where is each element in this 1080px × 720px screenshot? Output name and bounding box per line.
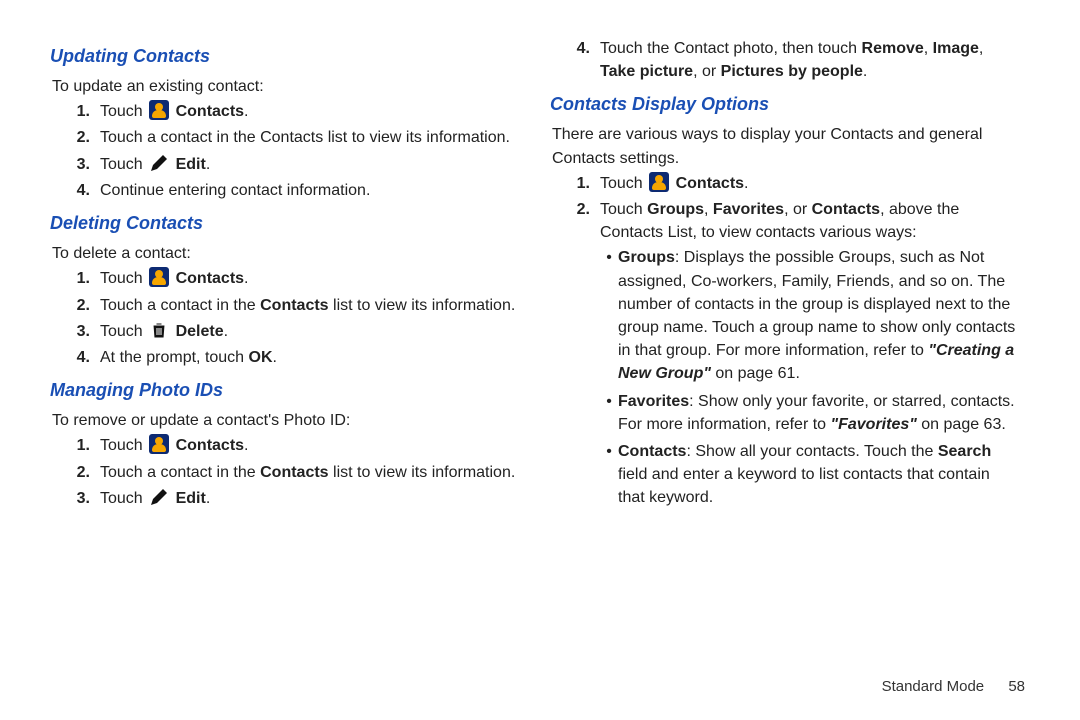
step-body: Touch the Contact photo, then touch Remo…: [600, 37, 1020, 83]
footer-mode: Standard Mode: [882, 678, 985, 695]
step-number: 4.: [50, 179, 100, 202]
bullet-favorites: Favorites: Show only your favorite, or s…: [618, 390, 1020, 436]
step-body: Touch a contact in the Contacts list to …: [100, 126, 520, 149]
step-number: 2.: [50, 294, 100, 317]
step-number: 1.: [50, 267, 100, 290]
step-body: Touch Edit.: [100, 487, 520, 510]
steps-continued: 4. Touch the Contact photo, then touch R…: [550, 37, 1020, 83]
step-number: 2.: [50, 461, 100, 484]
heading-updating-contacts: Updating Contacts: [50, 43, 520, 69]
step-body: Touch Contacts.: [100, 100, 520, 123]
steps-deleting: 1. Touch Contacts. 2. Touch a contact in…: [50, 267, 520, 369]
heading-managing-photo-ids: Managing Photo IDs: [50, 377, 520, 403]
intro-text: To update an existing contact:: [52, 75, 520, 98]
step-body: Touch Contacts.: [100, 434, 520, 457]
step-number: 4.: [550, 37, 600, 83]
intro-text: To remove or update a contact's Photo ID…: [52, 409, 520, 432]
step-body: Touch a contact in the Contacts list to …: [100, 461, 520, 484]
edit-icon: [149, 487, 169, 507]
steps-display-options: 1. Touch Contacts. 2. Touch Groups, Favo…: [550, 172, 1020, 514]
bullet-icon: •: [600, 246, 618, 385]
contacts-icon: [149, 267, 169, 287]
step-body: At the prompt, touch OK.: [100, 346, 520, 369]
page-footer: Standard Mode 58: [882, 678, 1025, 695]
steps-photo-ids: 1. Touch Contacts. 2. Touch a contact in…: [50, 434, 520, 510]
intro-text: To delete a contact:: [52, 242, 520, 265]
step-body: Touch Contacts.: [100, 267, 520, 290]
step-number: 4.: [50, 346, 100, 369]
bullet-list: • Groups: Displays the possible Groups, …: [600, 246, 1020, 509]
step-body: Touch Delete.: [100, 320, 520, 343]
step-body: Touch Groups, Favorites, or Contacts, ab…: [600, 198, 1020, 513]
step-number: 2.: [550, 198, 600, 513]
step-body: Continue entering contact information.: [100, 179, 520, 202]
contacts-icon: [149, 100, 169, 120]
step-number: 1.: [50, 100, 100, 123]
bullet-icon: •: [600, 390, 618, 436]
step-number: 3.: [50, 153, 100, 176]
step-number: 1.: [550, 172, 600, 195]
manual-page: Updating Contacts To update an existing …: [0, 0, 1080, 640]
intro-text: There are various ways to display your C…: [552, 123, 1020, 169]
step-number: 3.: [50, 320, 100, 343]
step-number: 3.: [50, 487, 100, 510]
bullet-contacts: Contacts: Show all your contacts. Touch …: [618, 440, 1020, 510]
left-column: Updating Contacts To update an existing …: [50, 35, 520, 620]
step-number: 2.: [50, 126, 100, 149]
footer-page-number: 58: [1008, 678, 1025, 695]
bullet-icon: •: [600, 440, 618, 510]
step-number: 1.: [50, 434, 100, 457]
heading-contacts-display-options: Contacts Display Options: [550, 91, 1020, 117]
contacts-icon: [149, 434, 169, 454]
contacts-icon: [649, 172, 669, 192]
step-body: Touch Edit.: [100, 153, 520, 176]
steps-updating: 1. Touch Contacts. 2. Touch a contact in…: [50, 100, 520, 202]
step-body: Touch a contact in the Contacts list to …: [100, 294, 520, 317]
right-column: 4. Touch the Contact photo, then touch R…: [550, 35, 1020, 620]
edit-icon: [149, 153, 169, 173]
trash-icon: [149, 320, 169, 340]
heading-deleting-contacts: Deleting Contacts: [50, 210, 520, 236]
bullet-groups: Groups: Displays the possible Groups, su…: [618, 246, 1020, 385]
step-body: Touch Contacts.: [600, 172, 1020, 195]
